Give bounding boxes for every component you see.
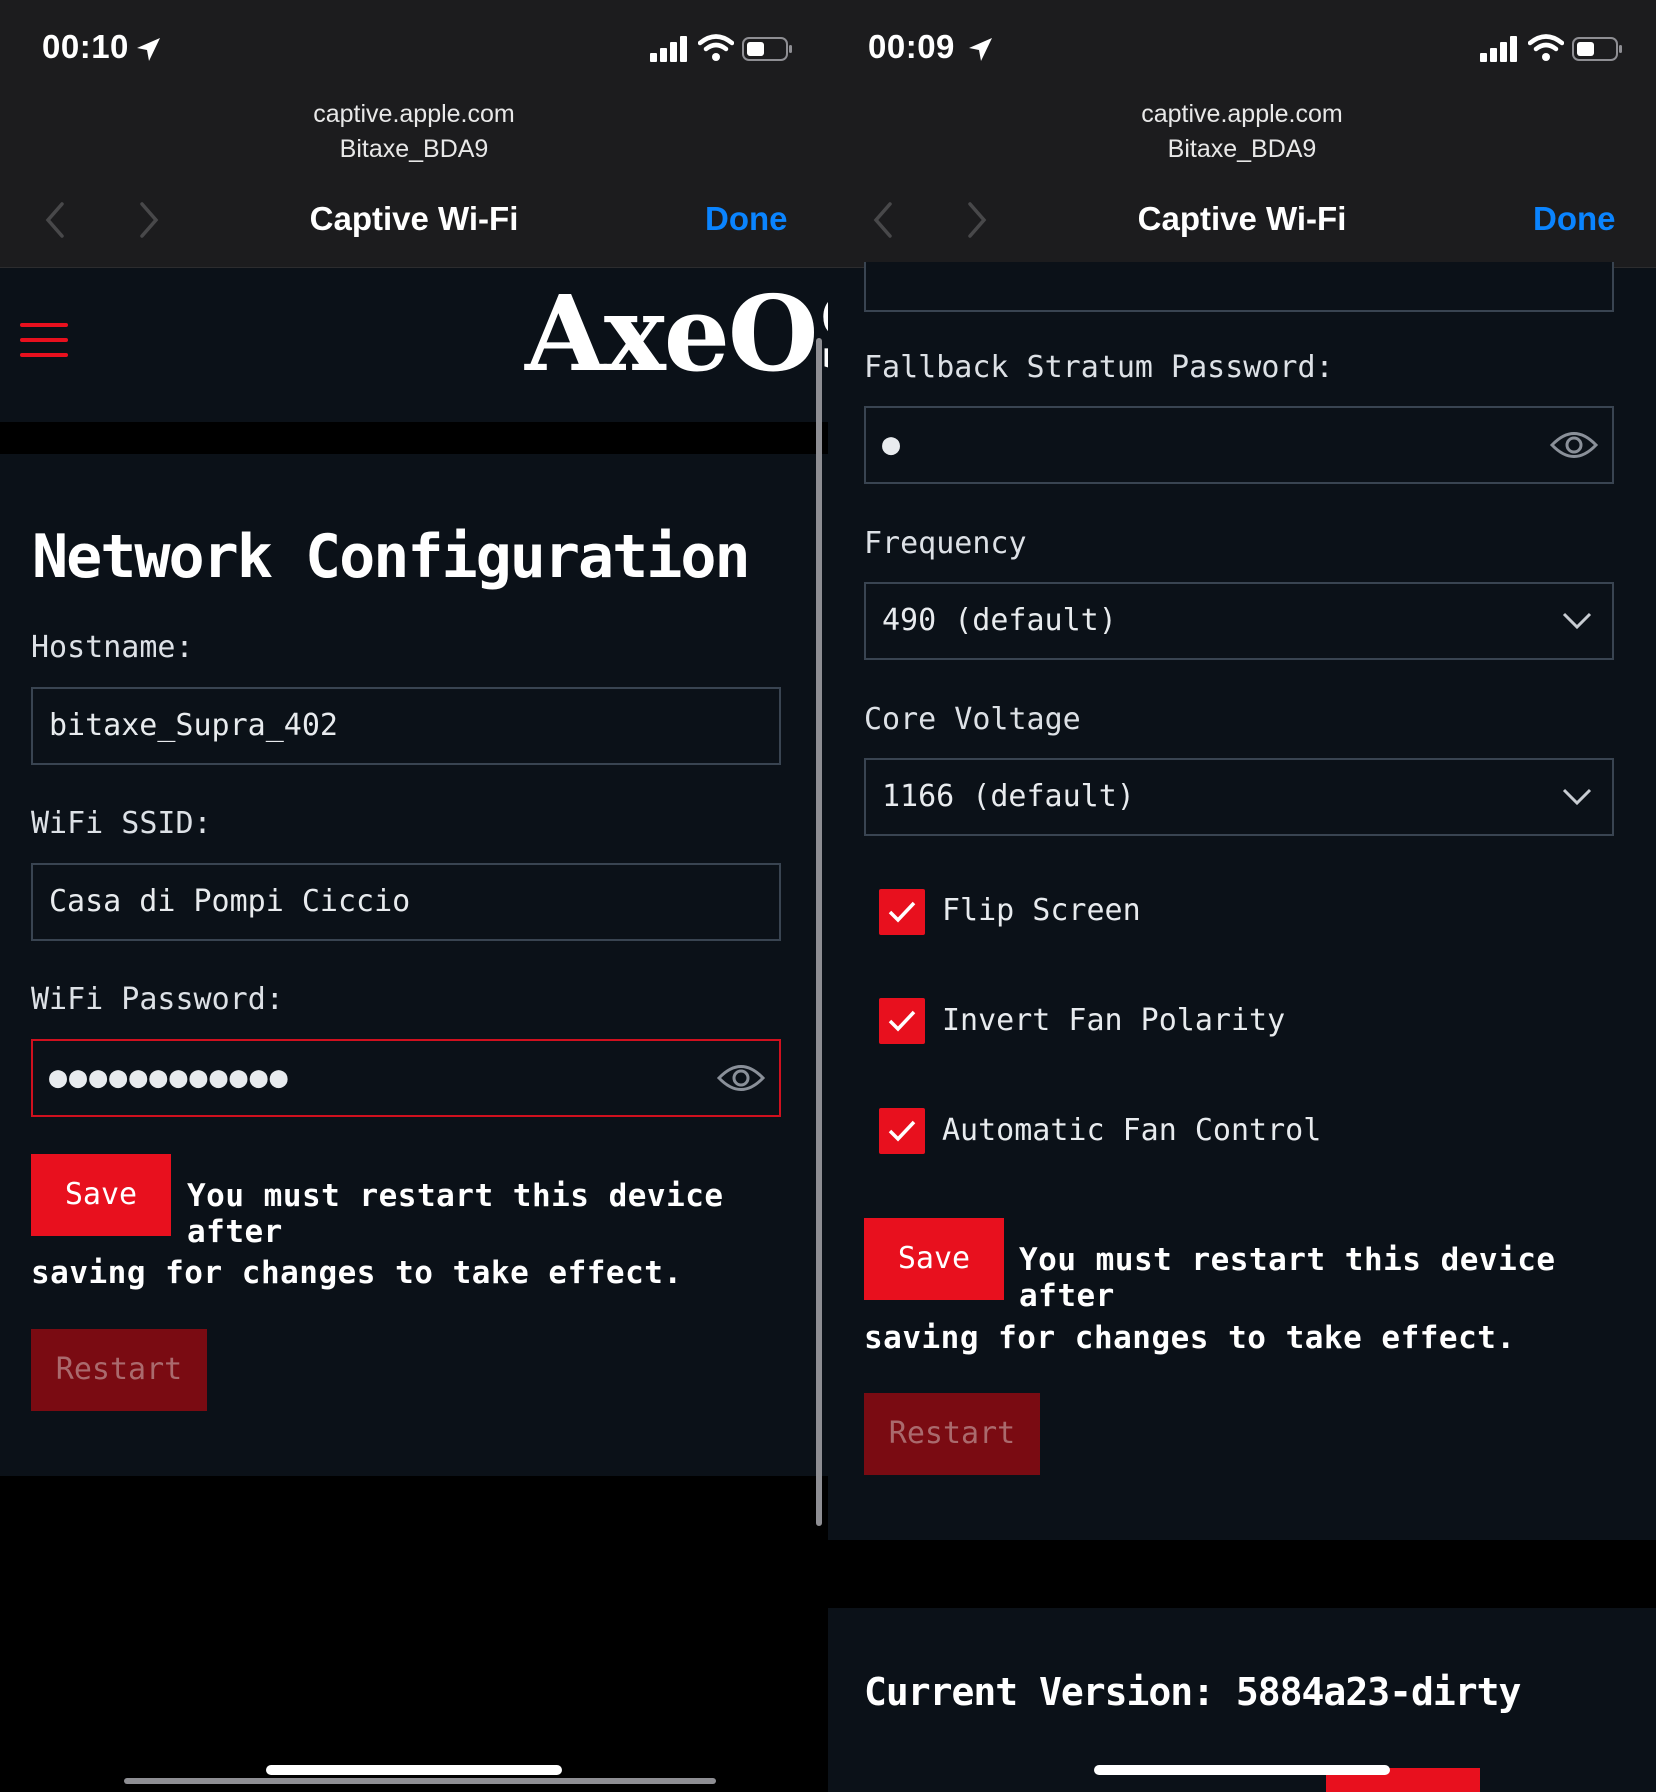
- status-time: 00:10: [42, 28, 129, 65]
- voltage-select[interactable]: 1166 (default): [864, 758, 1614, 836]
- done-button[interactable]: Done: [1533, 200, 1616, 238]
- ssid-input[interactable]: Casa di Pompi Ciccio: [31, 863, 781, 941]
- restart-note-line1: You must restart this device after: [187, 1178, 724, 1250]
- battery-icon: [1572, 37, 1622, 61]
- app-header: AxeOS: [0, 268, 828, 422]
- location-arrow-icon: [969, 38, 992, 61]
- password-value: ●●●●●●●●●●●●: [49, 1060, 290, 1095]
- wifi-icon: [698, 34, 734, 61]
- save-button[interactable]: Save: [31, 1154, 171, 1236]
- flip-screen-label: Flip Screen: [942, 893, 1141, 928]
- frequency-value: 490 (default): [882, 603, 1117, 638]
- hostname-input[interactable]: bitaxe_Supra_402: [31, 687, 781, 765]
- save-button[interactable]: Save: [864, 1218, 1004, 1300]
- right-screenshot: 00:09 captive.apple.com Bitaxe_BDA9 Capt…: [828, 0, 1656, 1792]
- browser-chrome: 00:09 captive.apple.com Bitaxe_BDA9 Capt…: [828, 0, 1656, 268]
- show-password-icon[interactable]: [1550, 426, 1598, 464]
- page-title: Network Configuration: [32, 522, 751, 592]
- hostname-value: bitaxe_Supra_402: [49, 708, 338, 743]
- fallback-password-input[interactable]: ●: [864, 406, 1614, 484]
- fallback-password-label: Fallback Stratum Password:: [864, 350, 1334, 385]
- frequency-label: Frequency: [864, 526, 1027, 561]
- show-password-icon[interactable]: [717, 1059, 765, 1097]
- browser-chrome: 00:10 captive.apple.com Bitaxe_BDA9 Capt…: [0, 0, 828, 268]
- current-version: Current Version: 5884a23-dirty: [864, 1670, 1521, 1714]
- password-input[interactable]: ●●●●●●●●●●●●: [31, 1039, 781, 1117]
- home-indicator: [1094, 1765, 1390, 1775]
- restart-note-line2: saving for changes to take effect.: [864, 1320, 1516, 1356]
- chevron-down-icon: [1562, 788, 1592, 806]
- url-text: captive.apple.com: [313, 100, 515, 128]
- invert-fan-polarity-checkbox[interactable]: [879, 998, 925, 1044]
- voltage-label: Core Voltage: [864, 702, 1081, 737]
- network-name: Bitaxe_BDA9: [339, 135, 489, 163]
- home-indicator: [266, 1765, 562, 1775]
- cellular-signal-icon: [650, 36, 687, 62]
- url-text: captive.apple.com: [1141, 100, 1343, 128]
- restart-button[interactable]: Restart: [864, 1393, 1040, 1475]
- network-name: Bitaxe_BDA9: [1167, 135, 1317, 163]
- voltage-value: 1166 (default): [882, 779, 1135, 814]
- ssid-value: Casa di Pompi Ciccio: [49, 884, 411, 919]
- automatic-fan-control-label: Automatic Fan Control: [942, 1113, 1322, 1148]
- restart-button[interactable]: Restart: [31, 1329, 207, 1411]
- sheet-title: Captive Wi-Fi: [1137, 200, 1347, 237]
- done-button[interactable]: Done: [705, 200, 788, 238]
- axeos-app: AxeOS: [0, 268, 828, 1792]
- location-arrow-icon: [137, 38, 160, 61]
- fallback-user-input-partial[interactable]: [864, 262, 1614, 312]
- left-screenshot: 00:10 captive.apple.com Bitaxe_BDA9 Capt…: [0, 0, 828, 1792]
- hostname-label: Hostname:: [31, 630, 194, 665]
- invert-fan-polarity-label: Invert Fan Polarity: [942, 1003, 1286, 1038]
- frequency-select[interactable]: 490 (default): [864, 582, 1614, 660]
- battery-icon: [742, 37, 792, 61]
- cellular-signal-icon: [1480, 36, 1517, 62]
- password-label: WiFi Password:: [31, 982, 284, 1017]
- horizontal-scrollbar[interactable]: [124, 1778, 716, 1784]
- status-time: 00:09: [868, 28, 955, 65]
- chevron-down-icon: [1562, 612, 1592, 630]
- wifi-icon: [1528, 34, 1564, 61]
- scrollbar[interactable]: [816, 338, 822, 1526]
- flip-screen-checkbox[interactable]: [879, 889, 925, 935]
- sheet-title: Captive Wi-Fi: [309, 200, 519, 237]
- fallback-password-value: ●: [882, 427, 901, 462]
- restart-note-line2: saving for changes to take effect.: [31, 1255, 683, 1291]
- restart-note-line1: You must restart this device after: [1019, 1242, 1556, 1314]
- ssid-label: WiFi SSID:: [31, 806, 212, 841]
- axeos-logo: AxeOS: [525, 272, 828, 395]
- network-config-card: [0, 454, 828, 1476]
- automatic-fan-control-checkbox[interactable]: [879, 1108, 925, 1154]
- hamburger-menu-icon[interactable]: [20, 323, 68, 359]
